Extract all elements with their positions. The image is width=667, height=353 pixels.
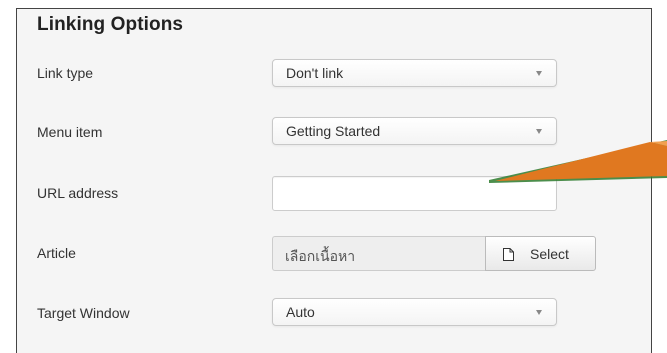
menu-item-value: Getting Started (286, 123, 381, 139)
link-type-label: Link type (37, 65, 94, 81)
section-title: Linking Options (37, 14, 184, 35)
target-window-value: Auto (286, 304, 315, 320)
menu-item-select[interactable]: Getting Started (272, 117, 557, 145)
chevron-down-icon (536, 71, 542, 76)
screenshot-frame: Linking Options Link type Don't link Men… (0, 0, 667, 353)
chevron-down-icon (536, 129, 542, 134)
url-address-label: URL address (37, 185, 119, 201)
chevron-down-icon (536, 310, 542, 315)
menu-item-label: Menu item (37, 124, 103, 140)
article-value: เลือกเนื้อหา (285, 248, 356, 264)
select-button-label: Select (530, 246, 569, 262)
target-window-select[interactable]: Auto (272, 298, 557, 326)
link-type-value: Don't link (286, 65, 344, 81)
link-type-select[interactable]: Don't link (272, 59, 557, 87)
target-window-label: Target Window (37, 305, 130, 321)
url-address-input[interactable] (272, 176, 557, 211)
article-select-button[interactable]: Select (485, 236, 596, 271)
file-icon (503, 248, 514, 261)
article-label: Article (37, 245, 76, 261)
article-field: เลือกเนื้อหา (272, 236, 485, 271)
